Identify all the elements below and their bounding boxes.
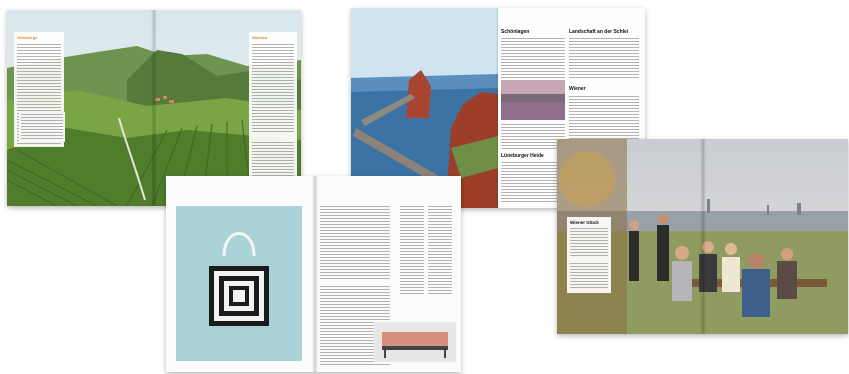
spine-fold bbox=[151, 10, 157, 206]
info-box-left bbox=[19, 112, 65, 142]
article-heading-a: Schönlagen bbox=[501, 29, 530, 35]
body-text-right bbox=[252, 44, 294, 134]
magazine-spread-vienna: Wiener Glück bbox=[557, 139, 848, 334]
magazine-spread-design bbox=[166, 176, 461, 372]
furniture-photo bbox=[374, 322, 456, 362]
poster-image bbox=[176, 206, 302, 361]
article-heading-vienna: Wiener Glück bbox=[570, 220, 599, 225]
article-heading-c: Lüneburger Heide bbox=[501, 153, 544, 159]
poster-page bbox=[166, 176, 313, 372]
design-text-page bbox=[314, 176, 461, 372]
article-heading-b: Landschaft an der Schlei bbox=[569, 29, 629, 35]
text-column-right: Wachau bbox=[249, 32, 297, 187]
text-column-vienna: Wiener Glück bbox=[567, 217, 611, 293]
article-heading-left: Weinberge bbox=[17, 35, 38, 40]
article-heading-d: Wiener bbox=[569, 86, 586, 92]
tote-bag-illustration bbox=[209, 232, 269, 326]
spine-fold bbox=[700, 139, 706, 334]
heather-photo bbox=[501, 80, 565, 120]
article-heading-right: Wachau bbox=[252, 35, 268, 40]
